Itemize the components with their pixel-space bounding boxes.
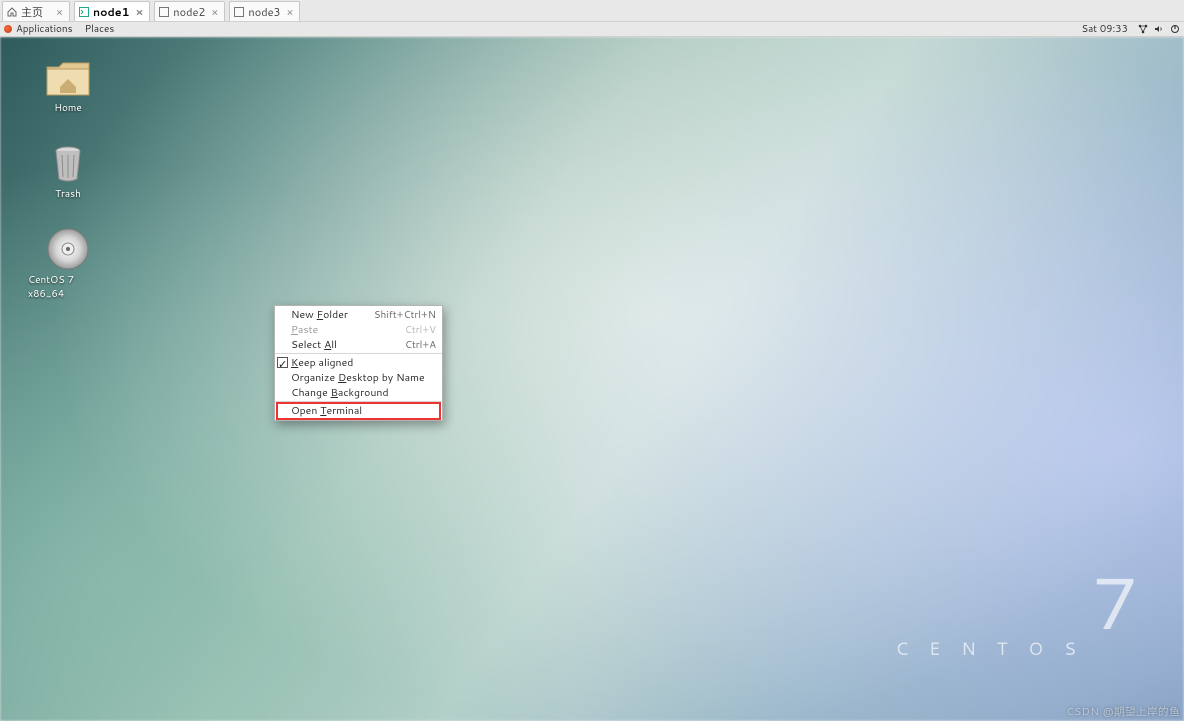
- centos-name: C E N T O S: [895, 635, 1084, 661]
- clock[interactable]: Sat 09:33: [1081, 22, 1128, 36]
- folder-home-icon: [45, 57, 91, 97]
- menu-label: Change Background: [291, 386, 389, 400]
- menu-label: Keep aligned: [291, 356, 353, 370]
- tab-home[interactable]: 主页 ×: [2, 1, 70, 21]
- applications-menu[interactable]: Applications: [16, 22, 73, 36]
- menu-label: New Folder: [291, 308, 348, 322]
- window-icon: [234, 7, 244, 17]
- tab-node1[interactable]: node1 ×: [74, 1, 150, 21]
- home-icon: [7, 7, 17, 17]
- icon-label: Home: [54, 101, 82, 115]
- close-icon[interactable]: ×: [209, 4, 220, 20]
- menu-organize-desktop[interactable]: Organize Desktop by Name: [275, 370, 442, 385]
- volume-icon[interactable]: [1154, 24, 1164, 34]
- host-tabbar: 主页 × node1 × node2 × node3 ×: [0, 0, 1184, 22]
- watermark: CSDN @期望上岸的鱼: [1066, 704, 1180, 719]
- tab-node2[interactable]: node2 ×: [154, 1, 225, 21]
- menu-select-all[interactable]: Select All Ctrl+A: [275, 337, 442, 352]
- network-icon[interactable]: [1138, 24, 1148, 34]
- menu-label: Paste: [291, 323, 318, 337]
- gnome-top-panel: Applications Places Sat 09:33: [0, 22, 1184, 37]
- menu-label: Open Terminal: [291, 404, 362, 418]
- menu-new-folder[interactable]: New Folder Shift+Ctrl+N: [275, 307, 442, 322]
- centos-logo: 7 C E N T O S: [895, 570, 1084, 661]
- activities-icon[interactable]: [4, 25, 12, 33]
- places-menu[interactable]: Places: [85, 22, 115, 36]
- close-icon[interactable]: ×: [285, 4, 296, 20]
- menu-keep-aligned[interactable]: Keep aligned: [275, 355, 442, 370]
- desktop-icon-grid: Home Trash: [28, 57, 108, 301]
- desktop[interactable]: Home Trash: [0, 37, 1184, 721]
- menu-separator: [275, 401, 442, 402]
- tab-node3[interactable]: node3 ×: [229, 1, 300, 21]
- terminal-icon: [79, 7, 89, 17]
- desktop-context-menu: New Folder Shift+Ctrl+N Paste Ctrl+V Sel…: [274, 305, 443, 421]
- menu-open-terminal[interactable]: Open Terminal: [277, 403, 440, 419]
- menu-paste: Paste Ctrl+V: [275, 322, 442, 337]
- icon-label: CentOS 7 x86_64: [28, 273, 108, 301]
- menu-shortcut: Ctrl+A: [405, 338, 436, 352]
- desktop-icon-home[interactable]: Home: [28, 57, 108, 115]
- tab-label: node3: [248, 4, 280, 20]
- desktop-icon-trash[interactable]: Trash: [28, 143, 108, 201]
- disc-icon: [45, 229, 91, 269]
- checkmark-icon: [277, 357, 288, 368]
- window-icon: [159, 7, 169, 17]
- menu-shortcut: Ctrl+V: [405, 323, 436, 337]
- trash-icon: [45, 143, 91, 183]
- menu-change-background[interactable]: Change Background: [275, 385, 442, 400]
- menu-separator: [275, 353, 442, 354]
- menu-label: Organize Desktop by Name: [291, 371, 425, 385]
- tab-label: node1: [93, 4, 129, 20]
- close-icon[interactable]: ×: [133, 4, 145, 20]
- centos-version: 7: [895, 570, 1138, 635]
- menu-shortcut: Shift+Ctrl+N: [374, 308, 436, 322]
- desktop-icon-disc[interactable]: CentOS 7 x86_64: [28, 229, 108, 301]
- close-icon[interactable]: ×: [54, 4, 65, 20]
- tab-label: node2: [173, 4, 205, 20]
- icon-label: Trash: [55, 187, 81, 201]
- power-icon[interactable]: [1170, 24, 1180, 34]
- tab-label: 主页: [21, 4, 43, 20]
- menu-label: Select All: [291, 338, 337, 352]
